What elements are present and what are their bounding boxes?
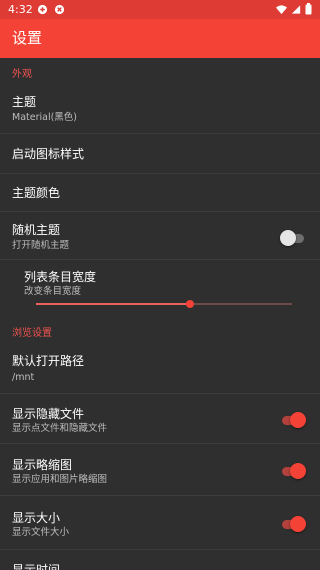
setting-show-hidden[interactable]: 显示隐藏文件 显示点文件和隐藏文件: [0, 394, 320, 444]
status-bar: 4:32: [0, 0, 320, 19]
setting-theme[interactable]: 主题 Material(黑色): [0, 84, 320, 134]
page-title: 设置: [12, 29, 43, 47]
switch-thumb: [290, 412, 306, 428]
show-hidden-switch[interactable]: [280, 411, 306, 429]
list-item-width-slider[interactable]: [36, 298, 292, 310]
setting-title: 显示大小: [12, 511, 61, 525]
setting-summary: 显示文件大小: [12, 527, 70, 538]
app-bar: 设置: [0, 19, 320, 58]
setting-theme-color[interactable]: 主题颜色: [0, 174, 320, 212]
setting-title: 主题: [12, 95, 37, 109]
setting-title: 显示隐藏文件: [12, 407, 85, 421]
setting-title: 随机主题: [12, 223, 61, 237]
slider-inactive-track: [190, 303, 292, 305]
slider-active-track: [36, 303, 190, 305]
show-thumbnails-switch[interactable]: [280, 462, 306, 480]
setting-launcher-icon[interactable]: 启动图标样式: [0, 134, 320, 174]
android-system-icon: [37, 4, 48, 15]
section-header-browse: 浏览设置: [12, 328, 52, 339]
show-size-switch[interactable]: [280, 515, 306, 533]
setting-summary: Material(黑色): [12, 112, 78, 123]
settings-list[interactable]: 外观 主题 Material(黑色) 启动图标样式 主题颜色 随机主题 打开随机…: [0, 58, 320, 570]
setting-default-path[interactable]: 默认打开路径 /mnt: [0, 344, 320, 394]
switch-thumb: [290, 516, 306, 532]
random-theme-switch[interactable]: [280, 229, 306, 247]
signal-icon: [291, 4, 301, 14]
setting-title: 显示时间: [12, 563, 61, 570]
setting-list-item-width[interactable]: 列表条目宽度 改变条目宽度: [0, 260, 320, 312]
setting-show-thumbnails[interactable]: 显示略缩图 显示应用和图片略缩图: [0, 444, 320, 496]
switch-thumb: [290, 463, 306, 479]
setting-title: 主题颜色: [12, 186, 61, 200]
slider-knob[interactable]: [186, 300, 194, 308]
setting-title: 默认打开路径: [12, 354, 85, 368]
setting-summary: /mnt: [12, 372, 35, 383]
setting-summary: 显示点文件和隐藏文件: [12, 423, 108, 434]
setting-show-time[interactable]: 显示时间: [0, 550, 320, 570]
setting-summary: 打开随机主题: [12, 240, 70, 251]
android-system-icon: [54, 4, 65, 15]
setting-title: 列表条目宽度: [24, 270, 97, 284]
wifi-icon: [276, 4, 287, 14]
status-time: 4:32: [8, 3, 33, 16]
setting-summary: 改变条目宽度: [24, 286, 82, 297]
setting-title: 显示略缩图: [12, 458, 73, 472]
battery-icon: [305, 3, 312, 15]
setting-title: 启动图标样式: [12, 147, 85, 161]
setting-random-theme[interactable]: 随机主题 打开随机主题: [0, 212, 320, 260]
setting-show-size[interactable]: 显示大小 显示文件大小: [0, 496, 320, 550]
switch-thumb: [280, 230, 296, 246]
section-header-appearance: 外观: [12, 69, 32, 80]
setting-summary: 显示应用和图片略缩图: [12, 474, 108, 485]
